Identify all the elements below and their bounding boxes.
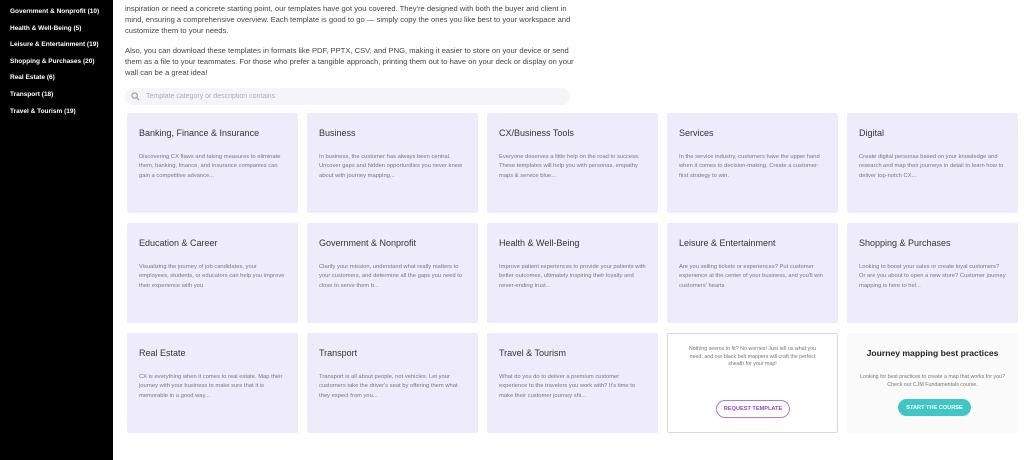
card-description: Are you selling tickets or experiences? … <box>679 264 823 289</box>
card-title: Education & Career <box>139 238 218 248</box>
category-card-transport[interactable]: Transport Transport is all about people,… <box>307 333 478 433</box>
card-description: CX is everything when it comes to real e… <box>139 374 283 399</box>
category-card-real-estate[interactable]: Real Estate CX is everything when it com… <box>127 333 298 433</box>
search-bar <box>125 88 570 105</box>
card-title: Health & Well-Being <box>499 238 580 248</box>
card-title: Real Estate <box>139 348 186 358</box>
card-description: Looking to boost your sales or create lo… <box>859 264 1006 289</box>
card-description: What do you do to deliver a premium cust… <box>499 374 636 399</box>
sidebar-item-shopping-purchases[interactable]: Shopping & Purchases (20) <box>0 56 113 73</box>
card-title: Transport <box>319 348 358 358</box>
card-title: Leisure & Entertainment <box>679 238 776 248</box>
request-template-text: Nothing seems to fit? No worries! Just t… <box>688 346 817 368</box>
card-title: Shopping & Purchases <box>859 238 951 248</box>
search-input[interactable] <box>146 93 546 100</box>
card-description: In business, the customer has always bee… <box>319 154 463 179</box>
card-title: Banking, Finance & Insurance <box>139 128 260 138</box>
request-template-card: Nothing seems to fit? No worries! Just t… <box>667 333 838 433</box>
card-description: Discovering CX flaws and taking measures… <box>139 154 281 179</box>
sidebar-item-real-estate[interactable]: Real Estate (6) <box>0 72 113 89</box>
sidebar: Government & Nonprofit (10) Health & Wel… <box>0 0 113 460</box>
card-description: In the service industry, customers have … <box>679 154 820 179</box>
card-title: Travel & Tourism <box>499 348 567 358</box>
category-card-services[interactable]: Services In the service industry, custom… <box>667 113 838 213</box>
card-description: Create digital personas based on your kn… <box>859 154 1004 179</box>
card-description: Improve patient experiences to provide y… <box>499 264 646 289</box>
card-title: Services <box>679 128 714 138</box>
sidebar-item-government-nonprofit[interactable]: Government & Nonprofit (10) <box>0 6 113 23</box>
category-card-business[interactable]: Business In business, the customer has a… <box>307 113 478 213</box>
best-practices-text: Looking for best practices to create a m… <box>860 374 1005 388</box>
intro-paragraph: inspiration or need a concrete starting … <box>125 4 571 35</box>
request-template-button[interactable]: REQUEST TEMPLATE <box>716 400 790 418</box>
sidebar-item-health-well-being[interactable]: Health & Well-Being (5) <box>0 23 113 40</box>
card-description: Everyone deserves a little help on the r… <box>499 154 640 179</box>
category-card-shopping-purchases[interactable]: Shopping & Purchases Looking to boost yo… <box>847 223 1018 323</box>
intro-paragraph: Also, you can download these templates i… <box>125 46 574 77</box>
sidebar-item-leisure-entertainment[interactable]: Leisure & Entertainment (19) <box>0 39 113 56</box>
search-icon <box>131 92 140 101</box>
card-description: Visualizing the journey of job candidate… <box>139 264 285 289</box>
best-practices-title: Journey mapping best practices <box>866 348 999 358</box>
card-title: Digital <box>859 128 885 138</box>
category-card-digital[interactable]: Digital Create digital personas based on… <box>847 113 1018 213</box>
category-card-government-nonprofit[interactable]: Government & Nonprofit Clarify your miss… <box>307 223 478 323</box>
intro-section: inspiration or need a concrete starting … <box>125 3 1015 78</box>
category-card-education-career[interactable]: Education & Career Visualizing the journ… <box>127 223 298 323</box>
card-title: CX/Business Tools <box>499 128 574 138</box>
card-title: Business <box>319 128 356 138</box>
category-card-health-well-being[interactable]: Health & Well-Being Improve patient expe… <box>487 223 658 323</box>
card-description: Clarify your mission, understand what re… <box>319 264 463 289</box>
start-course-button[interactable]: START THE COURSE <box>898 399 971 416</box>
card-title: Government & Nonprofit <box>319 238 417 248</box>
category-card-travel-tourism[interactable]: Travel & Tourism What do you do to deliv… <box>487 333 658 433</box>
best-practices-card: Journey mapping best practices Looking f… <box>847 333 1018 433</box>
card-description: Transport is all about people, not vehic… <box>319 374 458 399</box>
main-content: inspiration or need a concrete starting … <box>125 0 1018 433</box>
category-card-leisure-entertainment[interactable]: Leisure & Entertainment Are you selling … <box>667 223 838 323</box>
category-card-banking-finance-insurance[interactable]: Banking, Finance & Insurance Discovering… <box>127 113 298 213</box>
sidebar-item-transport[interactable]: Transport (18) <box>0 89 113 106</box>
category-card-cx-business-tools[interactable]: CX/Business Tools Everyone deserves a li… <box>487 113 658 213</box>
sidebar-item-travel-tourism[interactable]: Travel & Tourism (19) <box>0 106 113 123</box>
